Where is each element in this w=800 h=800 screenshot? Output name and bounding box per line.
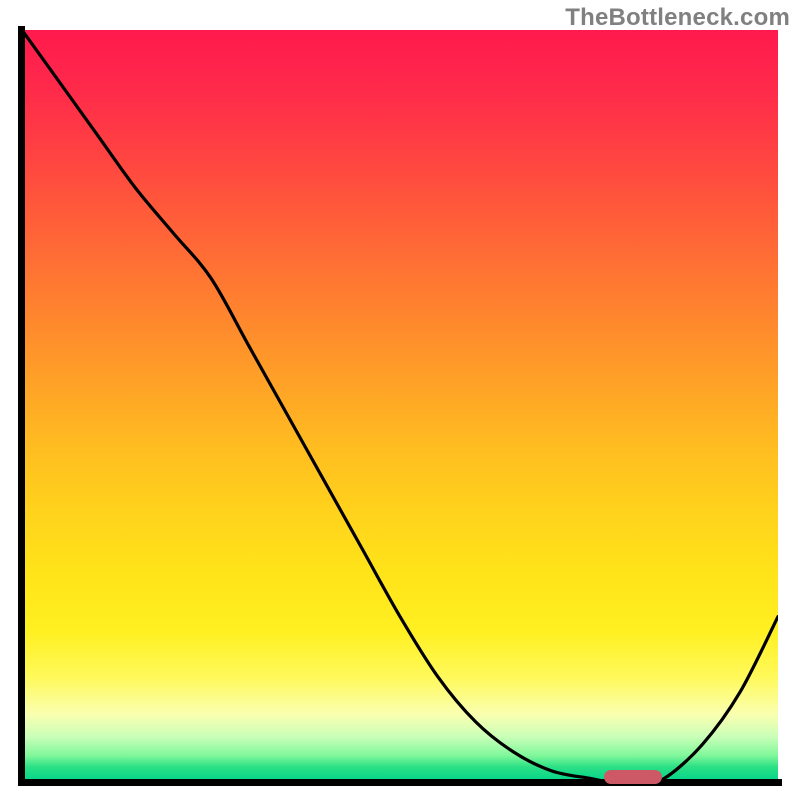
- watermark-text: TheBottleneck.com: [565, 4, 790, 32]
- optimal-range-marker: [604, 770, 662, 784]
- bottleneck-chart: TheBottleneck.com: [0, 0, 800, 800]
- curve-path: [22, 30, 778, 782]
- bottleneck-curve: [22, 30, 778, 782]
